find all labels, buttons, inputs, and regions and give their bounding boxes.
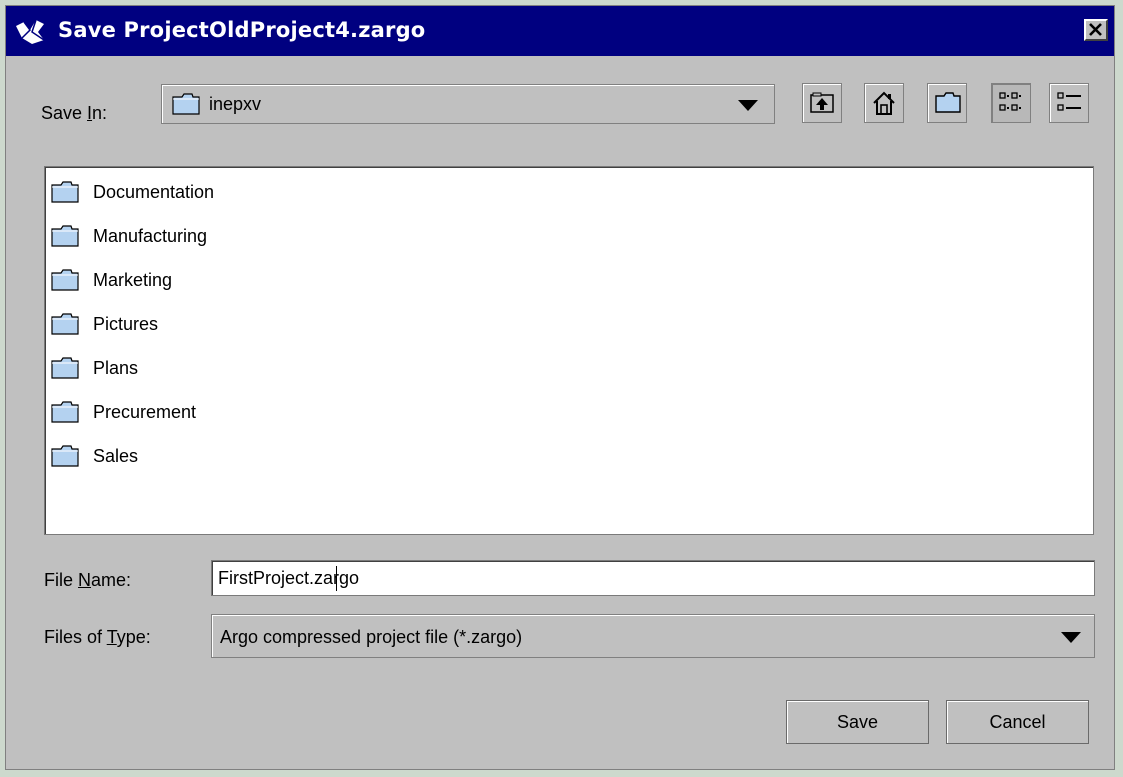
list-item[interactable]: Marketing <box>51 265 311 299</box>
new-folder-icon <box>935 92 961 113</box>
folder-icon <box>51 313 79 335</box>
text-caret <box>336 566 337 591</box>
home-button[interactable] <box>864 83 904 123</box>
files-of-type-label: Files of Type: <box>44 627 151 647</box>
file-name-input[interactable]: FirstProject.zargo <box>211 560 1095 596</box>
files-of-type-value: Argo compressed project file (*.zargo) <box>220 627 523 647</box>
folder-icon <box>51 225 79 247</box>
up-one-level-button[interactable] <box>802 83 842 123</box>
list-view-icon <box>999 92 1021 111</box>
folder-icon <box>51 181 79 203</box>
save-dialog: Save ProjectOldProject4.zargo Save In: i… <box>5 5 1115 770</box>
folder-icon <box>51 445 79 467</box>
list-item[interactable]: Manufacturing <box>51 221 311 255</box>
chevron-down-icon[interactable] <box>738 100 758 111</box>
save-in-label: Save In: <box>41 103 108 123</box>
close-button[interactable] <box>1084 19 1108 41</box>
details-view-icon <box>1057 92 1081 111</box>
list-item[interactable]: Documentation <box>51 177 311 211</box>
folder-icon <box>172 93 200 115</box>
title-bar[interactable]: Save ProjectOldProject4.zargo <box>6 6 1114 56</box>
file-name: Documentation <box>93 182 215 202</box>
file-name: Pictures <box>93 314 159 334</box>
folder-up-icon <box>810 92 834 113</box>
file-name: Plans <box>93 358 139 378</box>
home-icon <box>873 91 895 115</box>
file-list[interactable]: Documentation Manufacturing Marketing Pi… <box>44 166 1094 535</box>
file-name: Sales <box>93 446 139 466</box>
save-in-combo[interactable]: inepxv <box>161 84 775 124</box>
list-item[interactable]: Sales <box>51 441 311 475</box>
file-name: Precurement <box>93 402 197 422</box>
file-name: Manufacturing <box>93 226 208 246</box>
list-item[interactable]: Pictures <box>51 309 311 343</box>
argo-logo-icon <box>16 19 45 44</box>
list-item[interactable]: Plans <box>51 353 311 387</box>
window-title: Save ProjectOldProject4.zargo <box>58 18 426 42</box>
list-item[interactable]: Precurement <box>51 397 311 431</box>
chevron-down-icon[interactable] <box>1061 632 1081 643</box>
close-icon <box>1089 23 1102 36</box>
save-in-value: inepxv <box>209 94 262 114</box>
file-name-value: FirstProject.zargo <box>218 568 360 588</box>
folder-icon <box>51 357 79 379</box>
save-button[interactable]: Save <box>786 700 929 744</box>
new-folder-button[interactable] <box>927 83 967 123</box>
file-name-label: File Name: <box>44 570 132 590</box>
details-view-button[interactable] <box>1049 83 1089 123</box>
folder-icon <box>51 401 79 423</box>
folder-icon <box>51 269 79 291</box>
list-view-button[interactable] <box>991 83 1031 123</box>
files-of-type-combo[interactable]: Argo compressed project file (*.zargo) <box>211 614 1095 658</box>
cancel-button[interactable]: Cancel <box>946 700 1089 744</box>
file-name: Marketing <box>93 270 173 290</box>
